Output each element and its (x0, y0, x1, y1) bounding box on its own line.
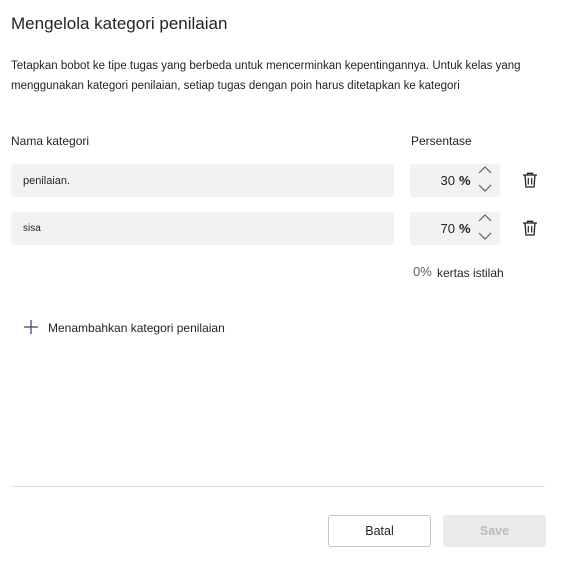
plus-icon (23, 319, 39, 335)
category-name-input[interactable] (11, 164, 394, 197)
category-percent-value[interactable]: 70 (441, 221, 455, 236)
cancel-button[interactable]: Batal (328, 515, 431, 547)
category-percent-field[interactable]: 30 % (410, 164, 500, 197)
percent-sign: % (459, 221, 471, 236)
category-name-input[interactable] (11, 212, 394, 245)
category-percent-field[interactable]: 70 % (410, 212, 500, 245)
dialog-title: Mengelola kategori penilaian (11, 14, 228, 33)
chevron-down-icon[interactable] (476, 181, 494, 196)
column-header-name: Nama kategori (11, 134, 90, 148)
column-header-percent: Persentase (411, 134, 472, 148)
manage-grading-categories-dialog: Mengelola kategori penilaian Tetapkan bo… (0, 0, 570, 564)
chevron-up-icon[interactable] (476, 210, 494, 225)
category-row: 30 % (0, 164, 570, 197)
category-percent-value[interactable]: 30 (441, 173, 455, 188)
total-percent-label: kertas istilah (437, 266, 504, 280)
percent-total: 0% kertas istilah (0, 264, 570, 284)
category-row: 70 % (0, 212, 570, 245)
chevron-up-icon[interactable] (476, 162, 494, 177)
footer-divider (11, 486, 545, 487)
add-category-label: Menambahkan kategori penilaian (48, 321, 225, 335)
save-button[interactable]: Save (443, 515, 546, 547)
trash-icon[interactable] (521, 171, 539, 189)
dialog-description: Tetapkan bobot ke tipe tugas yang berbed… (11, 60, 521, 92)
trash-icon[interactable] (521, 219, 539, 237)
percent-sign: % (459, 173, 471, 188)
chevron-down-icon[interactable] (476, 229, 494, 244)
total-percent-value: 0% (413, 264, 432, 279)
